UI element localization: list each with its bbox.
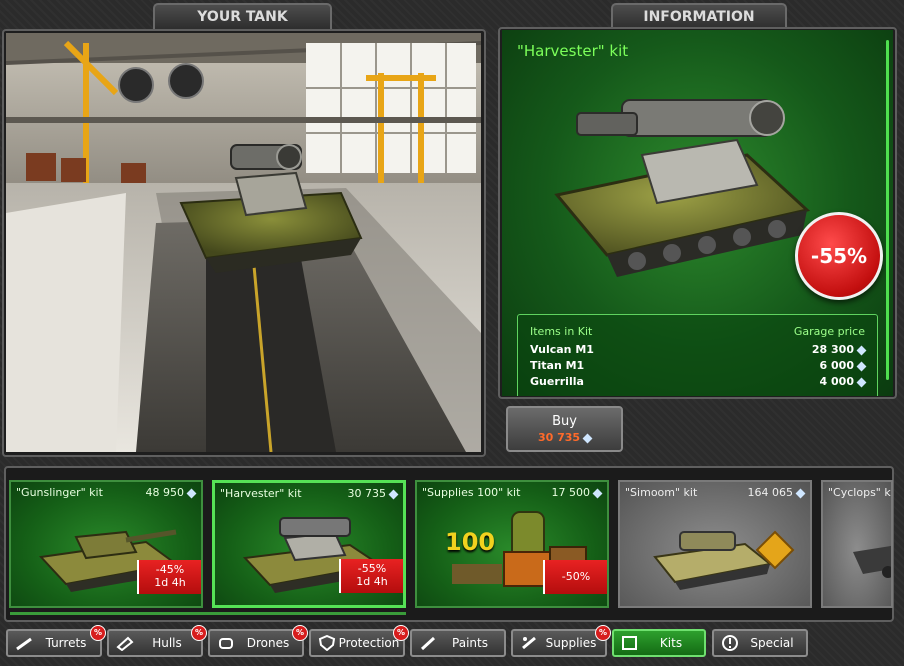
crystal-icon xyxy=(856,361,867,371)
hangar-illustration xyxy=(6,33,481,452)
crystal-icon xyxy=(592,488,603,498)
crystal-icon xyxy=(186,488,197,498)
kit-card-cyclops[interactable]: "Cyclops" kit xyxy=(821,480,893,608)
info-scrollbar[interactable] xyxy=(886,40,889,380)
crystal-icon xyxy=(582,433,593,443)
category-kits-button[interactable]: Kits xyxy=(612,629,706,657)
supplies-overlay-number: 100 xyxy=(445,528,496,556)
hangar-scene[interactable] xyxy=(6,33,481,452)
kit-row: Titan M1 6 000 xyxy=(530,359,867,372)
sale-badge: % xyxy=(595,625,611,641)
simoom-tank-image xyxy=(653,530,795,590)
crystal-icon xyxy=(388,489,399,499)
category-drones-button[interactable]: Drones % xyxy=(208,625,308,657)
kit-card-simoom[interactable]: "Simoom" kit 164 065 xyxy=(618,480,812,608)
items-in-kit-header: Items in Kit xyxy=(530,325,593,338)
kit-row: Guerrilla 4 000 xyxy=(530,375,867,388)
category-supplies-button[interactable]: Supplies % xyxy=(511,625,611,657)
kit-card-harvester[interactable]: "Harvester" kit 30 735 -55% 1d 4h xyxy=(212,480,406,608)
discount-badge: -55% xyxy=(795,212,883,300)
kit-card-discount: -50% xyxy=(543,560,607,594)
kit-items-table: Items in Kit Garage price Vulcan M1 28 3… xyxy=(517,314,878,396)
category-turrets-button[interactable]: Turrets % xyxy=(6,625,106,657)
kit-row-price: 6 000 xyxy=(820,359,867,372)
kit-card-price: 30 735 xyxy=(348,487,399,500)
category-paints-button[interactable]: Paints xyxy=(410,629,506,657)
info-title: "Harvester" kit xyxy=(517,42,629,60)
kit-card-gunslinger[interactable]: "Gunslinger" kit 48 950 -45% 1d 4h xyxy=(9,480,203,608)
kit-table-header: Items in Kit Garage price xyxy=(530,325,865,338)
kit-card-name: "Gunslinger" kit xyxy=(16,486,103,499)
tab-your-tank: YOUR TANK xyxy=(153,3,332,30)
buy-button[interactable]: Buy 30 735 xyxy=(506,406,623,452)
kit-card-name: "Simoom" kit xyxy=(625,486,698,499)
kit-list-scrollbar[interactable] xyxy=(10,612,406,615)
sale-badge: % xyxy=(292,625,308,641)
kit-card-price: 17 500 xyxy=(552,486,603,499)
kit-row-name: Guerrilla xyxy=(530,375,584,388)
crystal-icon xyxy=(795,488,806,498)
category-special-button[interactable]: Special xyxy=(712,629,808,657)
kit-row-price: 4 000 xyxy=(820,375,867,388)
sale-badge: % xyxy=(393,625,409,641)
kit-row: Vulcan M1 28 300 xyxy=(530,343,867,356)
kit-row-name: Vulcan M1 xyxy=(530,343,594,356)
buy-price: 30 735 xyxy=(508,431,621,444)
kit-card-price: 164 065 xyxy=(748,486,806,499)
sale-badge: % xyxy=(191,625,207,641)
kit-card-price: 48 950 xyxy=(146,486,197,499)
tab-information: INFORMATION xyxy=(611,3,787,30)
info-panel: "Harvester" kit -55% Items in Kit Garage… xyxy=(502,30,893,396)
kit-row-name: Titan M1 xyxy=(530,359,585,372)
kit-card-supplies-100[interactable]: "Supplies 100" kit 17 500 100 -50% xyxy=(415,480,609,608)
kit-card-name: "Cyclops" kit xyxy=(828,486,893,499)
kit-card-discount: -55% 1d 4h xyxy=(339,559,403,593)
kit-card-name: "Harvester" kit xyxy=(220,487,302,500)
category-protection-button[interactable]: Protection % xyxy=(309,625,409,657)
kit-card-discount: -45% 1d 4h xyxy=(137,560,201,594)
garage-price-header: Garage price xyxy=(793,325,865,338)
crystal-icon xyxy=(856,377,867,387)
kit-card-name: "Supplies 100" kit xyxy=(422,486,521,499)
sale-badge: % xyxy=(90,625,106,641)
crystal-icon xyxy=(856,345,867,355)
buy-label: Buy xyxy=(552,414,577,429)
category-hulls-button[interactable]: Hulls % xyxy=(107,625,207,657)
cyclops-tank-image xyxy=(853,545,891,578)
kit-row-price: 28 300 xyxy=(812,343,867,356)
